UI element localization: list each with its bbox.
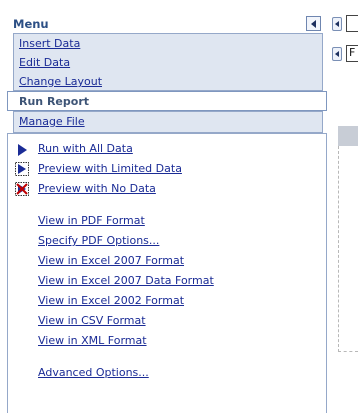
manage-section: Manage File bbox=[13, 111, 323, 133]
preview-no-data-icon[interactable] bbox=[15, 182, 29, 196]
partial-panel-header bbox=[338, 126, 358, 146]
menu-item-change-layout[interactable]: Change Layout bbox=[19, 75, 102, 88]
view-excel-2002-link[interactable]: View in Excel 2002 Format bbox=[38, 294, 184, 307]
preview-limited-icon[interactable] bbox=[15, 162, 29, 176]
view-csv-link[interactable]: View in CSV Format bbox=[38, 314, 146, 327]
specify-pdf-options-link[interactable]: Specify PDF Options... bbox=[38, 234, 159, 247]
view-excel-2007-data-link[interactable]: View in Excel 2007 Data Format bbox=[38, 274, 214, 287]
menu-section: Insert Data Edit Data Change Layout bbox=[13, 33, 323, 91]
view-pdf-link[interactable]: View in PDF Format bbox=[38, 214, 145, 227]
view-excel-2007-link[interactable]: View in Excel 2007 Format bbox=[38, 254, 184, 267]
play-icon[interactable] bbox=[15, 143, 29, 157]
menu-item-run-report[interactable]: Run Report bbox=[7, 91, 327, 111]
partial-field-1[interactable] bbox=[346, 15, 358, 32]
run-with-all-data-link[interactable]: Run with All Data bbox=[38, 142, 133, 155]
menu-item-edit-data[interactable]: Edit Data bbox=[19, 56, 70, 69]
menu-item-manage-file[interactable]: Manage File bbox=[19, 115, 85, 128]
collapse-menu-button[interactable] bbox=[306, 16, 321, 31]
expand-left-arrow-icon-2[interactable] bbox=[332, 47, 342, 61]
view-xml-link[interactable]: View in XML Format bbox=[38, 334, 147, 347]
menu-item-insert-data[interactable]: Insert Data bbox=[19, 37, 80, 50]
expand-left-arrow-icon[interactable] bbox=[332, 17, 342, 31]
menu-title: Menu bbox=[13, 17, 49, 31]
run-report-submenu: Run with All Data Preview with Limited D… bbox=[7, 133, 327, 413]
partial-panel-body bbox=[338, 146, 358, 352]
preview-no-data-link[interactable]: Preview with No Data bbox=[38, 182, 156, 195]
preview-limited-data-link[interactable]: Preview with Limited Data bbox=[38, 162, 182, 175]
run-report-label: Run Report bbox=[19, 95, 90, 108]
advanced-options-link[interactable]: Advanced Options... bbox=[38, 366, 149, 379]
partial-field-2[interactable]: F bbox=[346, 45, 358, 62]
